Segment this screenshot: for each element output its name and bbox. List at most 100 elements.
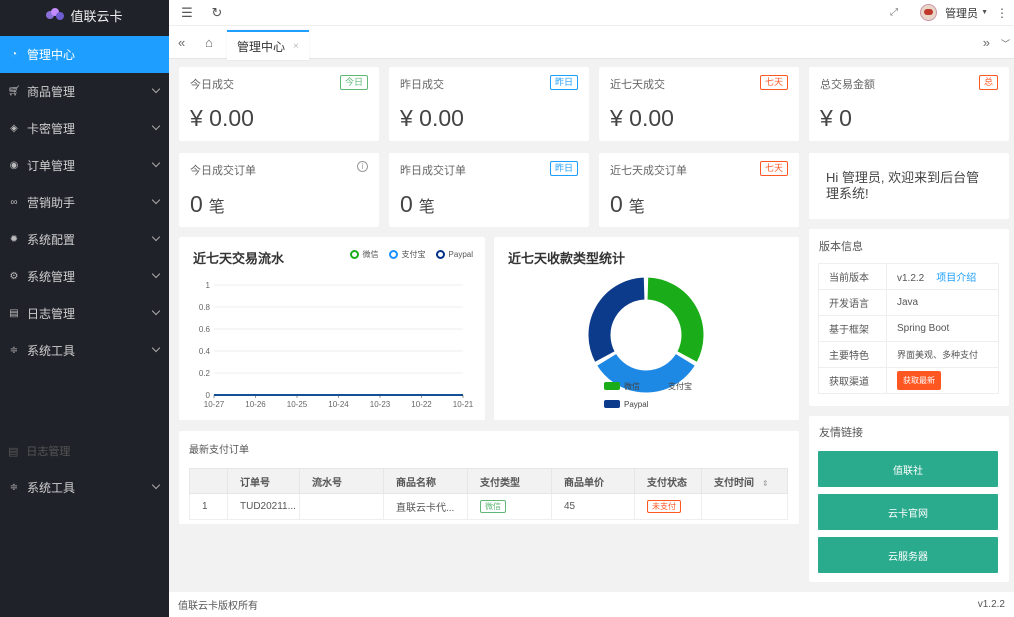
sidebar-ghost-item: ▤ 日志管理 [8,444,70,459]
info-icon[interactable]: i [357,161,368,172]
sidebar-item-orders[interactable]: ◉ 订单管理 [0,147,169,184]
sidebar-item-logs[interactable]: ▤ 日志管理 [0,295,169,332]
chevron-down-icon [151,232,161,242]
get-latest-button[interactable]: 获取最新 [897,371,941,390]
version-table: 当前版本 v1.2.2 项目介绍 开发语言 Java 基于框架 Spring Boot … [818,263,999,394]
link-button-cloud-server[interactable]: 云服务器 [818,537,998,573]
menu-toggle-icon[interactable]: ☰ [180,5,194,20]
sidebar-item-label: 订单管理 [27,159,76,173]
line-chart-card: 近七天交易流水 微信 支付宝 Paypal 0 0.2 0.4 0.6 0.8 1 10-2… [179,237,485,420]
sidebar-item-label: 系统工具 [27,344,76,358]
sort-icon[interactable]: ⇕ [762,479,769,488]
log-icon: ▤ [9,308,19,319]
orders-table: 订单号 流水号 商品名称 支付类型 商品单价 支付状态 支付时间 ⇕ 1 TUD2… [189,468,788,520]
stat-value: 0笔 [400,191,435,218]
x-tick-label: 10-21 [453,400,474,409]
more-icon[interactable]: ⋮ [996,6,1008,20]
stat-badge: 七天 [759,75,788,90]
sidebar-item-label: 系统管理 [27,270,76,284]
table-row[interactable]: 1 TUD20211... 直联云卡代... 微信 45 未支付 [189,493,788,520]
sidebar-item-products[interactable]: 🛒︎ 商品管理 [0,73,169,110]
version-key: 主要特色 [818,341,887,368]
stat-value: 0笔 [190,191,225,218]
tabs-left-icon[interactable]: « [178,35,185,50]
sidebar-item-cards[interactable]: ◈ 卡密管理 [0,110,169,147]
link-button-zhilianshe[interactable]: 值联社 [818,451,998,487]
y-tick-label: 0.6 [199,325,211,334]
sidebar-item-label: 系统配置 [27,233,76,247]
avatar[interactable] [920,4,938,21]
cell-serial [299,493,384,520]
legend-label: 微信 [624,381,640,391]
settings-icon: ⚙ [9,271,19,282]
pie-chart-card: 近七天收款类型统计 微信 支付宝 Paypal [494,237,799,420]
project-intro-link[interactable]: 项目介绍 [936,273,976,284]
version-number: v1.2.2 [897,273,925,284]
col-header-price: 商品单价 [551,468,635,494]
close-icon[interactable]: × [293,41,299,52]
stat-card-week-amount: 近七天成交 七天 ¥ 0.00 [599,67,799,141]
chevron-down-icon [151,269,161,279]
y-tick-label: 0.8 [199,303,211,312]
sidebar-item-tools[interactable]: ≑ 系统工具 [0,332,169,369]
stat-title: 总交易金额 [820,79,875,91]
order-icon: ◉ [9,160,19,171]
version-key: 基于框架 [818,315,887,342]
stat-value: ¥ 0.00 [190,105,254,131]
orders-card: 最新支付订单 订单号 流水号 商品名称 支付类型 商品单价 支付状态 支付时间 ⇕… [179,431,799,524]
welcome-text: Hi 管理员, 欢迎来到后台管理系统! [826,170,980,201]
stat-number: 0 [610,191,623,217]
y-tick-label: 0.2 [199,369,211,378]
stat-card-yesterday-amount: 昨日成交 昨日 ¥ 0.00 [389,67,589,141]
version-value: Spring Boot [886,315,999,342]
col-header-status: 支付状态 [634,468,702,494]
stat-number: 0 [400,191,413,217]
sidebar-item-system-config[interactable]: ✹ 系统配置 [0,221,169,258]
version-value: v1.2.2 项目介绍 [886,263,999,290]
layers-icon: ◈ [10,123,18,134]
links-title: 友情链接 [819,427,863,439]
refresh-icon[interactable]: ↻ [210,5,224,20]
brand[interactable]: 值联云卡 [0,0,169,30]
chevron-down-icon [151,195,161,205]
tabs-menu-icon[interactable]: ﹀ [1001,37,1010,50]
sidebar-item-marketing[interactable]: ∞ 营销助手 [0,184,169,221]
chevron-down-icon [151,84,161,94]
stat-title: 昨日成交订单 [400,165,466,177]
home-icon[interactable]: ⌂ [205,35,213,50]
col-header-time[interactable]: 支付时间 ⇕ [701,468,788,494]
logo-icon [46,8,65,22]
stat-card-today-orders: 今日成交订单 i 0笔 [179,153,379,227]
stat-title: 今日成交订单 [190,165,256,177]
tools-icon: ≑ [9,482,19,493]
user-name[interactable]: 管理员 [945,5,978,21]
x-tick-label: 10-24 [328,400,349,409]
sidebar-item-system-manage[interactable]: ⚙ 系统管理 [0,258,169,295]
fullscreen-icon[interactable]: ⤢ [890,7,898,18]
stat-value: 0笔 [610,191,645,218]
version-key: 当前版本 [818,263,887,290]
version-title: 版本信息 [819,241,863,253]
welcome-card: Hi 管理员, 欢迎来到后台管理系统! [809,153,1009,219]
link-button-yunka[interactable]: 云卡官网 [818,494,998,530]
col-header-time-label: 支付时间 [714,477,754,489]
stat-unit: 笔 [418,199,435,216]
col-header-index [189,468,228,494]
stat-title: 近七天成交订单 [610,165,687,177]
sidebar-item-label: 管理中心 [27,48,76,62]
sidebar: 值联云卡 ◔ 管理中心 🛒︎ 商品管理 ◈ 卡密管理 ◉ 订单管理 ∞ 营销助手 ✹ 系统配… [0,0,169,617]
sidebar-nav: ◔ 管理中心 🛒︎ 商品管理 ◈ 卡密管理 ◉ 订单管理 ∞ 营销助手 ✹ 系统配置 ⚙ 系统… [0,36,169,369]
link-icon: ∞ [10,197,18,208]
sidebar-item-label: 商品管理 [27,85,76,99]
chevron-down-icon [151,121,161,131]
sidebar-item-dashboard[interactable]: ◔ 管理中心 [0,36,169,73]
col-header-order-no: 订单号 [227,468,300,494]
cell-price: 45 [551,493,635,520]
tabs-right-icon[interactable]: » [983,35,990,50]
status-badge: 未支付 [647,500,681,513]
sidebar-item-tools-extra[interactable]: ≑ 系统工具 [0,469,169,506]
tabs-bar: « ⌂ 管理中心 × » ﹀ [169,25,1014,60]
tab-dashboard[interactable]: 管理中心 × [227,30,309,60]
stat-badge: 昨日 [549,161,578,176]
line-chart-svg: 0 0.2 0.4 0.6 0.8 1 10-27 10-26 10-25 10-24 10-23 1… [199,281,474,409]
